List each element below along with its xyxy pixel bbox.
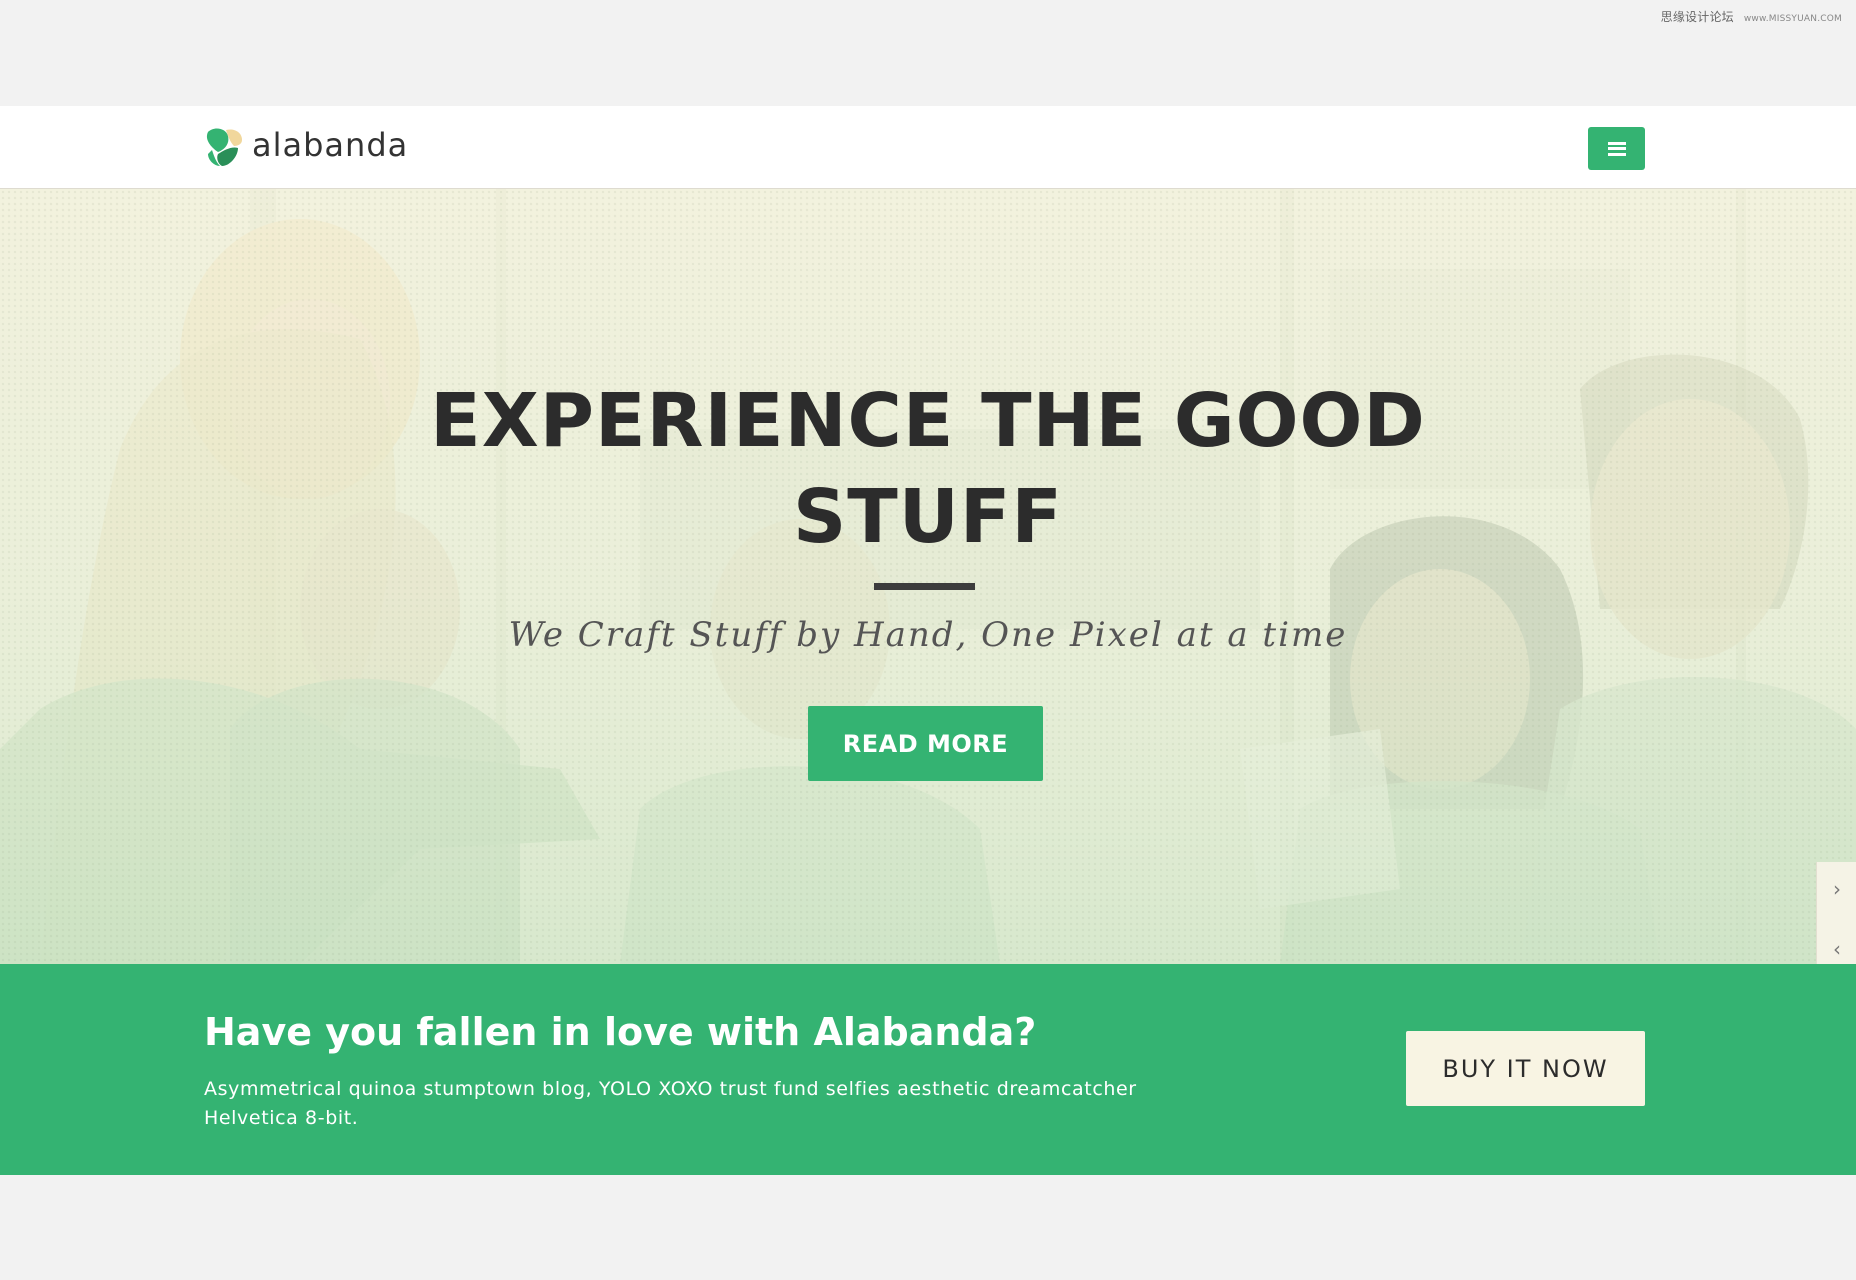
cta-heading: Have you fallen in love with Alabanda? xyxy=(204,1010,1037,1054)
slider-arrows: › ‹ xyxy=(1816,862,1856,964)
site-header: alabanda xyxy=(0,106,1856,189)
logo-text: alabanda xyxy=(252,126,409,164)
watermark-url: www.MISSYUAN.COM xyxy=(1743,14,1842,24)
cta-band: Have you fallen in love with Alabanda? A… xyxy=(0,964,1856,1175)
cta-text: Asymmetrical quinoa stumptown blog, YOLO… xyxy=(204,1078,1137,1129)
menu-button[interactable] xyxy=(1588,127,1645,170)
hero-divider xyxy=(874,583,975,590)
watermark-text: 思缘设计论坛 xyxy=(1660,10,1734,24)
hero-section: EXPERIENCE THE GOOD STUFF We Craft Stuff… xyxy=(0,189,1856,964)
hero-subtitle: We Craft Stuff by Hand, One Pixel at a t… xyxy=(508,615,1348,655)
chevron-left-icon[interactable]: ‹ xyxy=(1827,938,1847,960)
chevron-right-icon[interactable]: › xyxy=(1827,878,1847,900)
logo-mark-icon xyxy=(206,128,242,166)
hero-dot-overlay xyxy=(0,189,1856,964)
watermark: 思缘设计论坛 www.MISSYUAN.COM xyxy=(1661,8,1842,25)
buy-it-now-button[interactable]: BUY IT NOW xyxy=(1406,1031,1645,1106)
logo[interactable]: alabanda xyxy=(204,126,408,168)
hamburger-icon xyxy=(1607,141,1626,156)
hero-title: EXPERIENCE THE GOOD STUFF xyxy=(430,378,1426,560)
read-more-button[interactable]: READ MORE xyxy=(808,706,1043,781)
